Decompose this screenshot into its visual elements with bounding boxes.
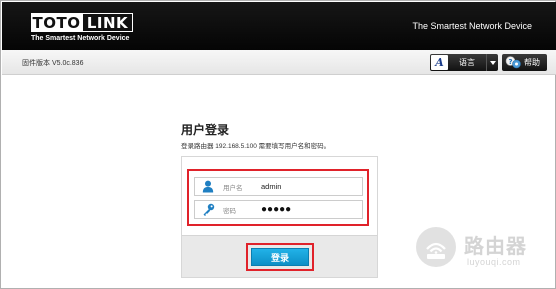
router-watermark-icon [414,225,458,269]
username-field[interactable]: 用户名 admin [194,177,363,196]
user-icon [201,180,215,194]
language-icon: A [431,55,448,70]
help-icon: ? [505,56,521,69]
login-title: 用户登录 [181,123,230,137]
username-label: 用户名 [223,184,243,192]
router-login-page: TOTO LINK The Smartest Network Device Th… [0,0,556,289]
password-field[interactable]: 密码 ●●●●● [194,200,363,219]
watermark-title: 路由器 [464,236,527,258]
key-icon [201,203,215,217]
password-value[interactable]: ●●●●● [261,204,291,215]
firmware-version: 固件版本 V5.0c.836 [22,60,84,67]
chevron-down-icon [489,60,496,65]
header-slogan: The Smartest Network Device [412,21,532,31]
password-label: 密码 [223,207,236,215]
svg-text:?: ? [508,58,512,66]
logo-link: LINK [82,13,133,32]
language-label: 语言 [459,58,475,67]
language-button[interactable]: A 语言 [430,54,498,71]
login-button[interactable]: 登录 [251,248,309,266]
logo-toto: TOTO [31,13,82,32]
help-label: 帮助 [524,58,540,67]
logo-tagline: The Smartest Network Device [31,35,130,42]
header-bar: TOTO LINK The Smartest Network Device Th… [2,2,556,50]
help-button[interactable]: ? 帮助 [502,54,547,71]
login-description: 登录路由器 192.168.5.100 需要填写用户名和密码。 [181,143,331,150]
language-dropdown-toggle[interactable] [486,54,498,71]
totolink-logo: TOTO LINK [31,13,133,32]
username-value[interactable]: admin [261,182,281,191]
watermark-url: luyouqi.com [467,257,521,267]
login-fields-area [182,157,377,235]
